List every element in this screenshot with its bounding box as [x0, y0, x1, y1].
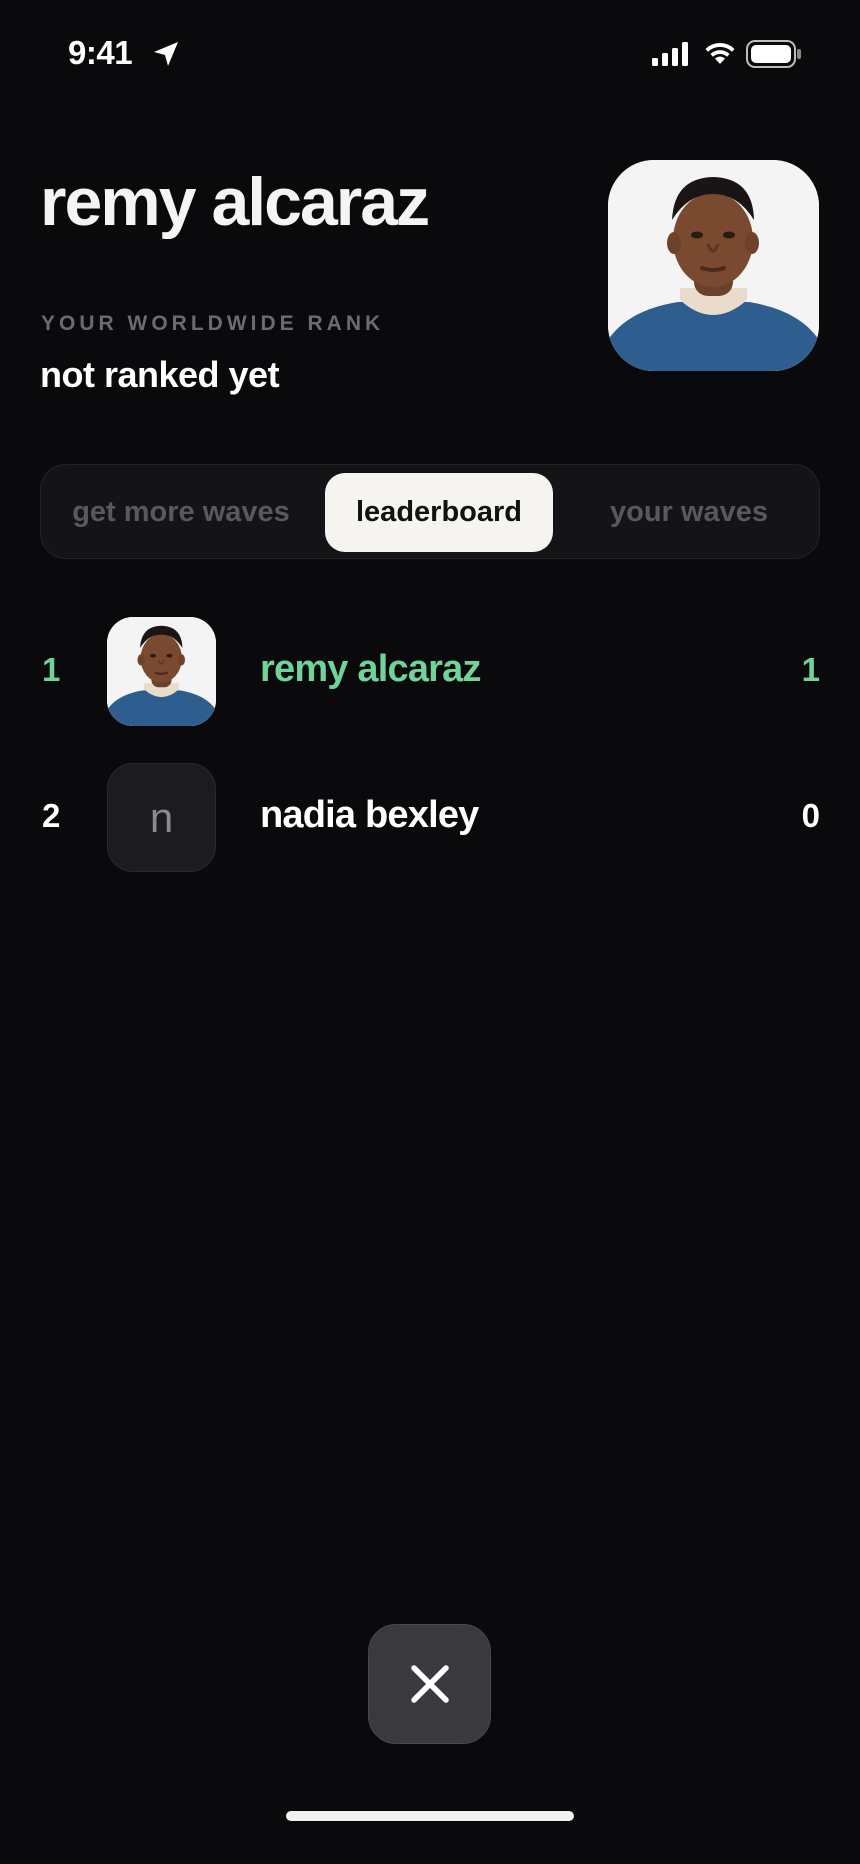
avatar-photo	[107, 617, 216, 726]
tab-get-more-waves[interactable]: get more waves	[61, 473, 301, 552]
leaderboard-score: 1	[801, 651, 820, 688]
tab-your-waves[interactable]: your waves	[577, 473, 801, 552]
wifi-icon	[705, 42, 735, 64]
rank-value: not ranked yet	[40, 354, 280, 395]
leaderboard-name: remy alcaraz	[260, 648, 481, 690]
cellular-signal-icon	[652, 42, 688, 66]
avatar-initial: n	[107, 763, 216, 872]
battery-icon	[746, 40, 801, 68]
segmented-tabs: get more waves leaderboard your waves	[40, 464, 820, 559]
status-time: 9:41	[68, 34, 133, 71]
leaderboard-row[interactable]: 1 remy alcaraz 1	[0, 617, 860, 727]
tab-leaderboard[interactable]: leaderboard	[325, 473, 553, 552]
leaderboard-row[interactable]: 2 n nadia bexley 0	[0, 763, 860, 873]
leaderboard-name: nadia bexley	[260, 794, 479, 836]
profile-avatar[interactable]	[608, 160, 819, 371]
location-arrow-icon	[154, 42, 178, 66]
leaderboard-rank: 1	[42, 651, 61, 688]
leaderboard-rank: 2	[42, 797, 61, 834]
close-button[interactable]	[368, 1624, 491, 1744]
close-icon	[410, 1665, 449, 1703]
avatar-photo	[608, 160, 819, 371]
rank-caption: YOUR WORLDWIDE RANK	[41, 312, 385, 335]
avatar	[107, 617, 216, 726]
leaderboard-score: 0	[801, 797, 820, 834]
profile-name: remy alcaraz	[40, 164, 430, 240]
status-bar: 9:41	[0, 0, 860, 110]
home-indicator[interactable]	[286, 1811, 574, 1821]
